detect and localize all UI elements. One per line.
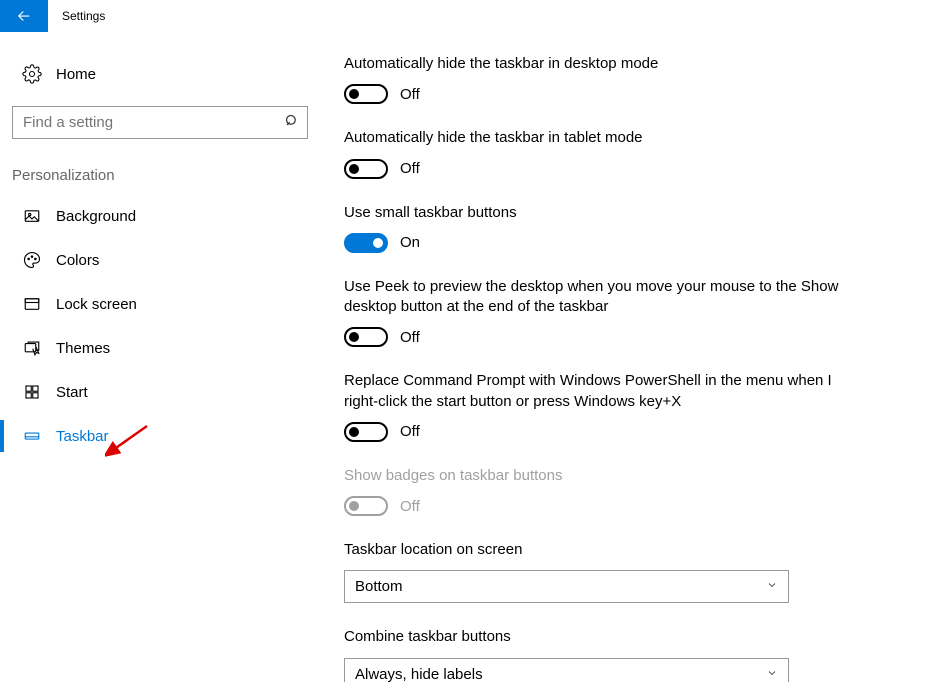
start-icon: [22, 383, 42, 401]
dropdown-value: Always, hide labels: [355, 666, 483, 682]
toggle-state: Off: [400, 329, 420, 346]
sidebar-item-label: Lock screen: [42, 296, 137, 313]
dropdown-combine[interactable]: Always, hide labels: [344, 658, 789, 682]
home-link[interactable]: Home: [0, 56, 320, 92]
sidebar-item-label: Taskbar: [42, 428, 109, 445]
toggle-state: Off: [400, 160, 420, 177]
search-box[interactable]: [12, 106, 308, 139]
setting-label: Automatically hide the taskbar in tablet…: [344, 128, 840, 148]
toggle-state: Off: [400, 86, 420, 103]
toggle-powershell[interactable]: [344, 422, 388, 442]
toggle-state: On: [400, 234, 420, 251]
setting-label: Use small taskbar buttons: [344, 203, 840, 223]
toggle-badges: [344, 496, 388, 516]
setting-label: Show badges on taskbar buttons: [344, 466, 840, 486]
themes-icon: [22, 339, 42, 357]
dropdown-value: Bottom: [355, 578, 403, 595]
setting-label: Combine taskbar buttons: [344, 627, 840, 647]
window-title: Settings: [48, 9, 105, 23]
setting-location: Taskbar location on screen Bottom: [344, 540, 840, 603]
setting-label: Automatically hide the taskbar in deskto…: [344, 54, 840, 74]
home-label: Home: [42, 66, 96, 83]
setting-label: Replace Command Prompt with Windows Powe…: [344, 371, 840, 412]
search-input[interactable]: [23, 114, 284, 131]
toggle-peek[interactable]: [344, 327, 388, 347]
setting-small-buttons: Use small taskbar buttons On: [344, 203, 840, 253]
palette-icon: [22, 251, 42, 269]
setting-label: Taskbar location on screen: [344, 540, 840, 560]
content-panel: Automatically hide the taskbar in deskto…: [320, 32, 880, 682]
sidebar-item-taskbar[interactable]: Taskbar: [0, 414, 320, 458]
chevron-down-icon: [766, 666, 778, 682]
gear-icon: [22, 64, 42, 84]
toggle-state: Off: [400, 498, 420, 515]
titlebar: Settings: [0, 0, 930, 32]
toggle-auto-hide-desktop[interactable]: [344, 84, 388, 104]
setting-label: Use Peek to preview the desktop when you…: [344, 277, 840, 318]
sidebar-item-colors[interactable]: Colors: [0, 238, 320, 282]
setting-badges: Show badges on taskbar buttons Off: [344, 466, 840, 516]
section-label: Personalization: [0, 139, 320, 194]
sidebar-item-label: Colors: [42, 252, 99, 269]
chevron-down-icon: [766, 578, 778, 595]
sidebar-item-label: Themes: [42, 340, 110, 357]
picture-icon: [22, 207, 42, 225]
setting-combine: Combine taskbar buttons Always, hide lab…: [344, 627, 840, 682]
arrow-left-icon: [15, 7, 33, 25]
sidebar: Home Personalization Background Colors L…: [0, 32, 320, 682]
toggle-small-buttons[interactable]: [344, 233, 388, 253]
toggle-state: Off: [400, 423, 420, 440]
back-button[interactable]: [0, 0, 48, 32]
sidebar-item-lockscreen[interactable]: Lock screen: [0, 282, 320, 326]
sidebar-item-label: Start: [42, 384, 88, 401]
sidebar-item-start[interactable]: Start: [0, 370, 320, 414]
setting-powershell: Replace Command Prompt with Windows Powe…: [344, 371, 840, 442]
setting-peek: Use Peek to preview the desktop when you…: [344, 277, 840, 348]
setting-auto-hide-desktop: Automatically hide the taskbar in deskto…: [344, 54, 840, 104]
dropdown-location[interactable]: Bottom: [344, 570, 789, 603]
sidebar-item-label: Background: [42, 208, 136, 225]
toggle-auto-hide-tablet[interactable]: [344, 159, 388, 179]
sidebar-item-background[interactable]: Background: [0, 194, 320, 238]
sidebar-item-themes[interactable]: Themes: [0, 326, 320, 370]
search-icon: [284, 113, 299, 132]
lockscreen-icon: [22, 295, 42, 313]
taskbar-icon: [22, 427, 42, 445]
setting-auto-hide-tablet: Automatically hide the taskbar in tablet…: [344, 128, 840, 178]
